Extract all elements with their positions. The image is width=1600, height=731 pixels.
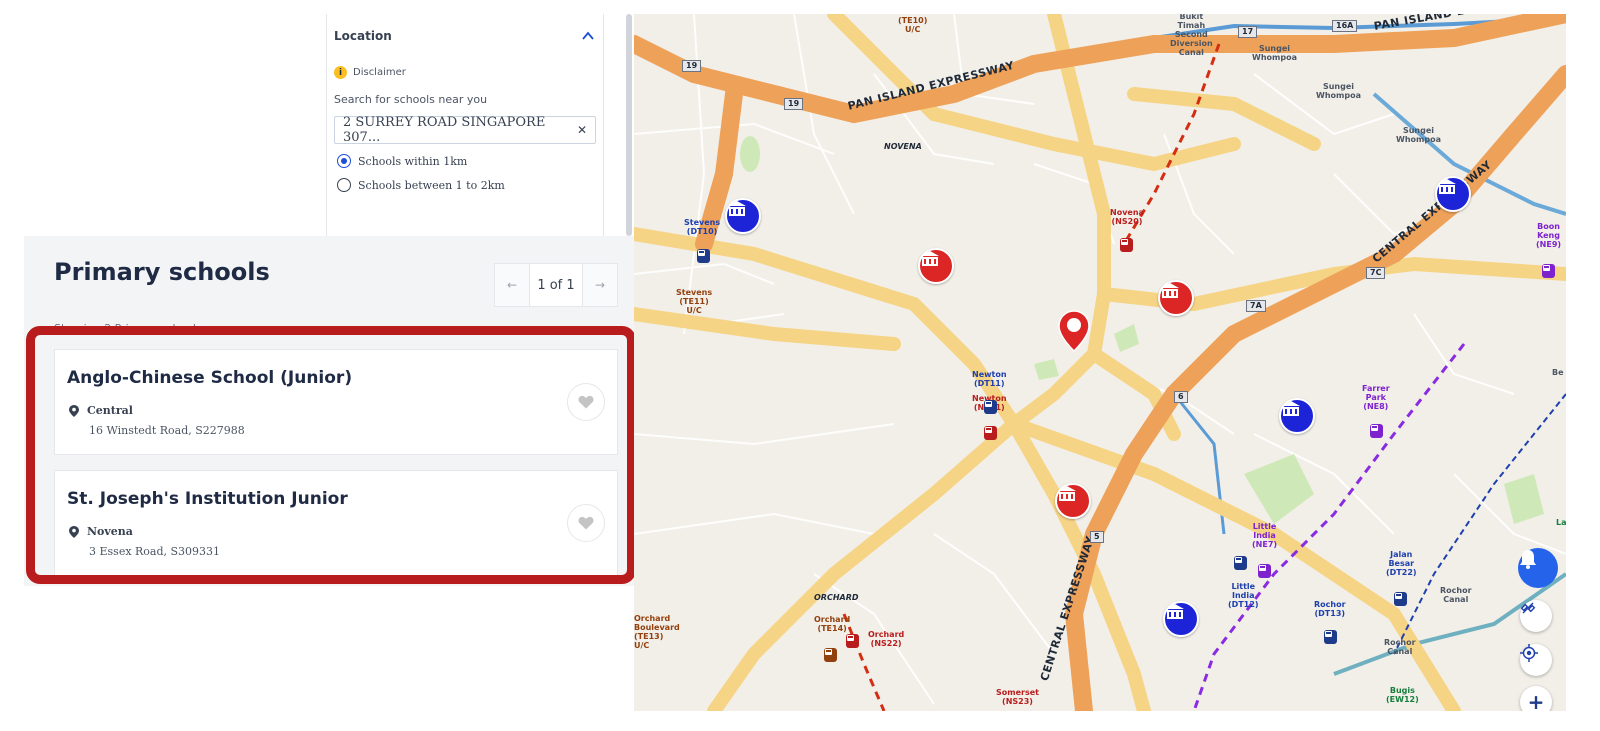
station-label: Little India (NE7) xyxy=(1252,522,1278,549)
location-filter-title: Location xyxy=(334,29,392,43)
station-label: Orchard Boulevard (TE13) U/C xyxy=(634,614,680,650)
map-base-layer xyxy=(634,14,1566,711)
school-marker-icon[interactable] xyxy=(1279,398,1315,434)
station-label: Rochor (DT13) xyxy=(1314,600,1346,618)
map-layers-button[interactable] xyxy=(1520,600,1552,632)
address-value: 2 SURREY ROAD SINGAPORE 307... xyxy=(343,115,546,145)
train-station-icon[interactable] xyxy=(824,648,837,662)
canal-label: Rochor Canal xyxy=(1440,586,1472,604)
prev-page-button[interactable]: ← xyxy=(495,264,529,306)
highlight-annotation xyxy=(26,326,636,584)
area-label-orchard: ORCHARD xyxy=(814,593,859,602)
station-label: Be xyxy=(1552,368,1564,377)
train-station-icon[interactable] xyxy=(1370,424,1383,438)
school-marker-icon[interactable] xyxy=(1055,483,1091,519)
filter-scrollbar[interactable] xyxy=(626,14,632,236)
notification-button[interactable] xyxy=(1518,548,1558,588)
station-label: Boon Keng (NE9) xyxy=(1536,222,1562,249)
page-indicator: 1 of 1 xyxy=(529,264,583,306)
station-label: Stevens (DT10) xyxy=(684,218,721,236)
station-label: Farrer Park (NE8) xyxy=(1362,384,1390,411)
radius-option-1km[interactable]: Schools within 1km xyxy=(337,154,603,168)
train-station-icon[interactable] xyxy=(846,634,859,648)
road-shield: 7C xyxy=(1366,267,1386,279)
train-station-icon[interactable] xyxy=(1542,264,1555,278)
road-shield: 19 xyxy=(784,98,804,110)
train-station-icon[interactable] xyxy=(1234,556,1247,570)
school-marker-icon[interactable] xyxy=(1158,280,1194,316)
radius-option-label: Schools within 1km xyxy=(358,154,468,168)
radio-checked-icon[interactable] xyxy=(337,154,351,168)
map-view[interactable]: PAN ISLAND EXPRESSWAY PAN ISLAND EXPRESS… xyxy=(634,14,1566,711)
canal-label: Rochor Canal xyxy=(1384,638,1416,656)
train-station-icon[interactable] xyxy=(984,400,997,414)
station-label: Somerset (NS23) xyxy=(996,688,1039,706)
my-location-button[interactable] xyxy=(1520,644,1552,676)
station-label: Orchard (TE14) xyxy=(814,615,851,633)
canal-label: Bukit Timah Second Diversion Canal xyxy=(1170,14,1213,57)
search-label: Search for schools near you xyxy=(334,93,488,106)
station-label: La xyxy=(1556,518,1566,527)
train-station-icon[interactable] xyxy=(697,249,710,263)
zoom-in-button[interactable]: + xyxy=(1520,686,1552,711)
school-marker-icon[interactable] xyxy=(1163,601,1199,637)
chevron-up-icon[interactable] xyxy=(581,29,595,43)
road-shield: 19 xyxy=(682,60,702,72)
clear-icon[interactable]: ✕ xyxy=(577,123,587,137)
train-station-icon[interactable] xyxy=(984,426,997,440)
next-page-button[interactable]: → xyxy=(583,264,617,306)
page-title: Primary schools xyxy=(54,258,270,286)
radio-unchecked-icon[interactable] xyxy=(337,178,351,192)
train-station-icon[interactable] xyxy=(1324,630,1337,644)
train-station-icon[interactable] xyxy=(1394,592,1407,606)
crosshair-icon xyxy=(1520,644,1538,662)
canal-label: Sungei Whompoa xyxy=(1396,126,1441,144)
station-label: Jalan Besar (DT22) xyxy=(1386,550,1417,577)
pagination: ← 1 of 1 → xyxy=(494,263,618,307)
info-icon: i xyxy=(334,66,347,79)
station-label: Bugis (EW12) xyxy=(1386,686,1419,704)
bell-icon xyxy=(1520,550,1536,569)
school-marker-icon[interactable] xyxy=(725,198,761,234)
location-filter-panel: Location i Disclaimer Search for schools… xyxy=(326,14,604,238)
road-shield: 7A xyxy=(1246,300,1266,312)
train-station-icon[interactable] xyxy=(1120,238,1133,252)
canal-label: Sungei Whompoa xyxy=(1252,44,1297,62)
road-shield: 6 xyxy=(1174,391,1188,403)
school-marker-icon[interactable] xyxy=(918,248,954,284)
station-label: Newton (DT11) xyxy=(972,370,1007,388)
station-label: Little India (DT12) xyxy=(1228,582,1259,609)
disclaimer-label: Disclaimer xyxy=(353,67,406,78)
satellite-icon xyxy=(1520,602,1536,614)
road-shield: 5 xyxy=(1090,531,1104,543)
location-filter-header[interactable]: Location xyxy=(327,14,603,46)
school-marker-icon[interactable] xyxy=(1435,176,1471,212)
road-shield: 16A xyxy=(1332,20,1358,32)
station-label: (TE10) U/C xyxy=(898,16,928,34)
canal-label: Sungei Whompoa xyxy=(1316,82,1361,100)
area-label-novena: NOVENA xyxy=(884,142,922,151)
station-label: Stevens (TE11) U/C xyxy=(676,288,713,315)
station-label: Orchard (NS22) xyxy=(868,630,905,648)
radius-option-1-to-2km[interactable]: Schools between 1 to 2km xyxy=(337,178,603,192)
disclaimer-link[interactable]: i Disclaimer xyxy=(334,66,603,79)
selected-location-pin-icon[interactable] xyxy=(1058,310,1090,352)
radius-option-label: Schools between 1 to 2km xyxy=(358,178,505,192)
train-station-icon[interactable] xyxy=(1258,564,1271,578)
address-search-input[interactable]: 2 SURREY ROAD SINGAPORE 307... ✕ xyxy=(334,115,596,145)
road-shield: 17 xyxy=(1238,26,1258,38)
station-label: Novena (NS20) xyxy=(1110,208,1144,226)
